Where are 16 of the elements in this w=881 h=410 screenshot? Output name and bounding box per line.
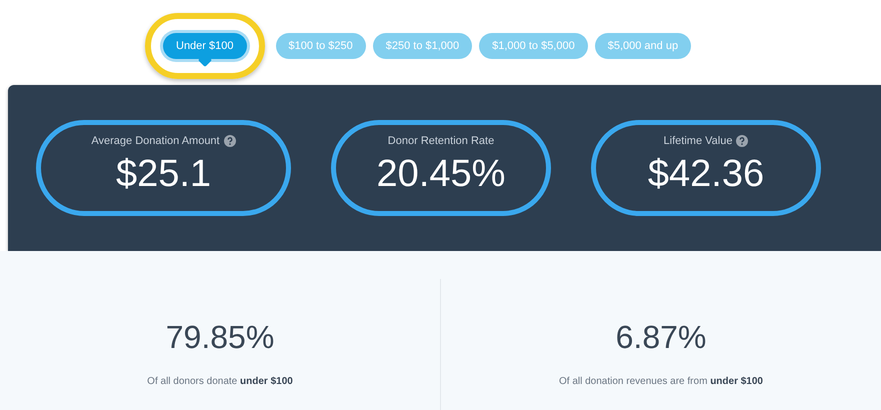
- range-tab[interactable]: $1,000 to $5,000: [479, 32, 588, 58]
- range-tab[interactable]: $5,000 and up: [594, 32, 692, 58]
- stat-value: 79.85%: [166, 319, 274, 356]
- metric-value: $25.1: [116, 152, 212, 196]
- stat-caption: Of all donation revenues are from under $100: [558, 376, 763, 387]
- range-tab[interactable]: $250 to $1,000: [372, 32, 472, 58]
- metric-label: Lifetime Value: [664, 134, 732, 146]
- metric-label: Average Donation Amount: [91, 134, 220, 146]
- stat-value: 6.87%: [616, 319, 706, 356]
- metric-value: 20.45%: [376, 152, 506, 196]
- range-tab[interactable]: $100 to $250: [276, 32, 366, 58]
- metric-label: Donor Retention Rate: [388, 134, 494, 146]
- metric-value: $42.36: [648, 152, 764, 196]
- help-icon[interactable]: [224, 134, 236, 146]
- help-icon[interactable]: [736, 134, 748, 146]
- stat-caption: Of all donors donate under $100: [147, 376, 293, 387]
